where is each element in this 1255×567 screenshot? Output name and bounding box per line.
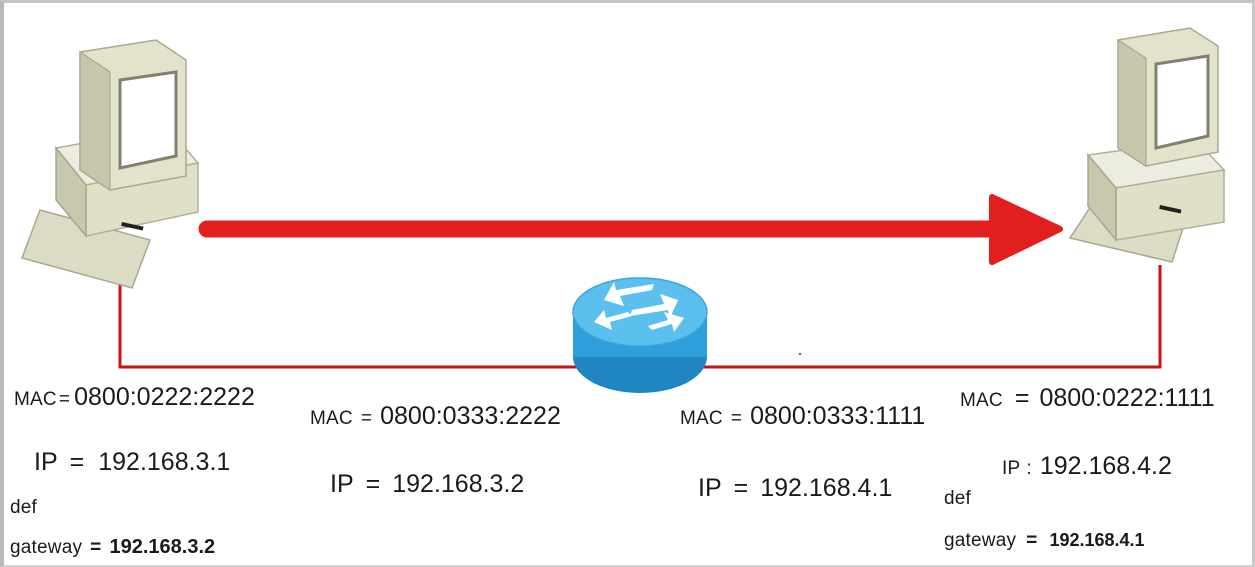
ip-key: IP: [330, 470, 354, 498]
mac-separator: =: [1014, 384, 1030, 412]
router-left-interface-mac: MAC = 0800:0333:2222: [310, 402, 561, 431]
mac-key: MAC: [310, 408, 353, 429]
right-host-mac: MAC = 0800:0222:1111: [960, 384, 1215, 413]
mac-key: MAC: [680, 408, 723, 429]
left-link: [118, 285, 585, 369]
gateway-key: gateway: [10, 537, 83, 558]
ip-key: IP: [698, 474, 722, 502]
gateway-value: 192.168.4.1: [1049, 530, 1145, 550]
ip-value: 192.168.4.1: [760, 474, 893, 502]
left-host-mac: MAC = 0800:0222:2222: [14, 383, 255, 412]
router-icon: [572, 277, 708, 393]
router-right-interface-ip: IP = 192.168.4.1: [698, 474, 892, 503]
router-left-interface-ip: IP = 192.168.3.2: [330, 470, 524, 499]
mac-value: 0800:0333:2222: [380, 402, 561, 430]
ip-value: 192.168.3.2: [392, 470, 525, 498]
mac-value: 0800:0222:1111: [1039, 384, 1215, 412]
network-diagram: [21, 27, 1226, 393]
mac-key: MAC: [960, 390, 1003, 411]
arrow-right-icon: [198, 194, 1063, 265]
right-def-label: def: [944, 488, 972, 509]
right-pc-icon: [1068, 27, 1226, 263]
left-pc-icon: [21, 39, 200, 289]
ip-separator: =: [733, 474, 749, 502]
mac-value: 0800:0333:1111: [750, 402, 926, 430]
ip-value: 192.168.3.1: [98, 448, 231, 476]
screen-icon: [118, 70, 178, 170]
mac-separator: =: [360, 408, 373, 429]
screen-icon: [1154, 54, 1210, 150]
mac-value: 0800:0222:2222: [74, 383, 255, 411]
ip-separator: =: [69, 448, 85, 476]
right-host-gateway: gateway = 192.168.4.1: [944, 530, 1145, 552]
ip-value: 192.168.4.2: [1039, 452, 1172, 480]
left-def-label: def: [10, 497, 38, 518]
right-link: [695, 265, 1162, 369]
left-host-ip: IP = 192.168.3.1: [34, 448, 230, 477]
gateway-value: 192.168.3.2: [109, 536, 216, 558]
ip-key: IP: [34, 448, 58, 476]
mac-separator: =: [730, 408, 743, 429]
gateway-key: gateway: [944, 530, 1017, 551]
mac-key: MAC: [14, 389, 57, 410]
ip-separator: :: [1026, 458, 1032, 479]
ip-key: IP: [1002, 458, 1021, 479]
gateway-separator: =: [90, 537, 102, 558]
gateway-separator: =: [1026, 530, 1038, 551]
left-host-gateway: gateway = 192.168.3.2: [10, 536, 215, 559]
router-right-interface-mac: MAC = 0800:0333:1111: [680, 402, 925, 431]
ip-separator: =: [365, 470, 381, 498]
right-host-ip: IP : 192.168.4.2: [1002, 452, 1172, 481]
mac-separator: =: [58, 389, 71, 410]
